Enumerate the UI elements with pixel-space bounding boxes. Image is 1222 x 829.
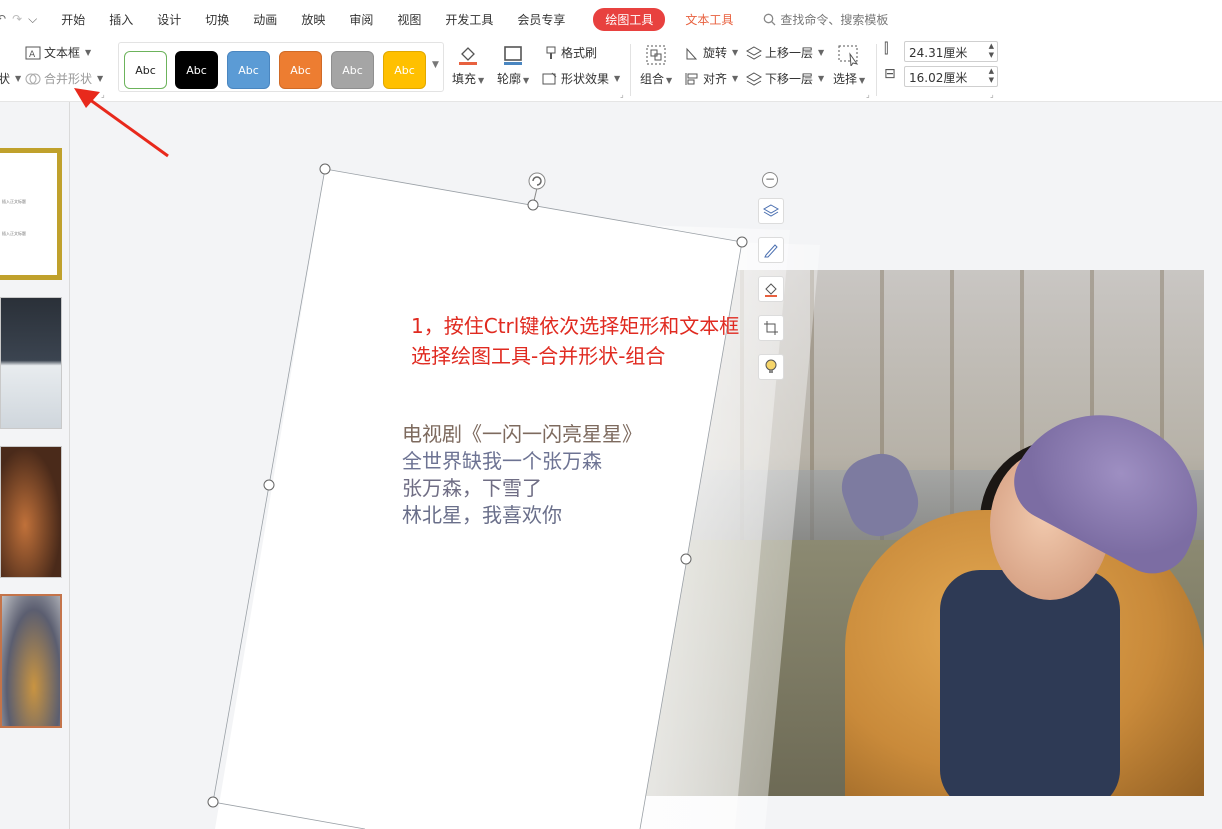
resize-handle[interactable] bbox=[527, 199, 539, 211]
resize-handle[interactable] bbox=[319, 163, 331, 175]
poem-line-3[interactable]: 张万森，下雪了 bbox=[402, 472, 542, 501]
shape-layer bbox=[207, 163, 820, 829]
minus-icon[interactable]: − bbox=[762, 172, 778, 188]
instruction-line-2[interactable]: 选择绘图工具-合并形状-组合 bbox=[411, 340, 665, 369]
layers-icon[interactable] bbox=[758, 198, 784, 224]
resize-handle[interactable] bbox=[736, 236, 748, 248]
pen-icon[interactable] bbox=[758, 237, 784, 263]
rotate-handle-icon[interactable] bbox=[528, 172, 546, 190]
poem-line-1[interactable]: 电视剧《一闪一闪亮星星》 bbox=[402, 418, 642, 447]
poem-line-2[interactable]: 全世界缺我一个张万森 bbox=[402, 445, 602, 474]
crop-icon[interactable] bbox=[758, 315, 784, 341]
bulb-icon[interactable] bbox=[758, 354, 784, 380]
resize-handle[interactable] bbox=[680, 553, 692, 565]
instruction-line-1[interactable]: 1，按住Ctrl键依次选择矩形和文本框 bbox=[411, 310, 739, 339]
fill-bucket-icon[interactable] bbox=[758, 276, 784, 302]
resize-handle[interactable] bbox=[263, 479, 275, 491]
resize-handle[interactable] bbox=[207, 796, 219, 808]
poem-line-4[interactable]: 林北星，我喜欢你 bbox=[402, 499, 562, 528]
